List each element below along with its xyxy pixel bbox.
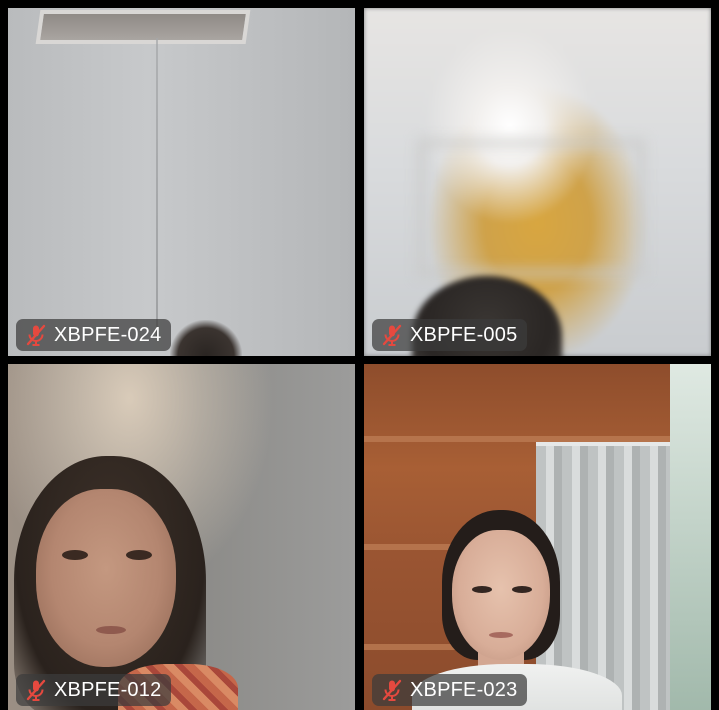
- participant-name-badge: XBPFE-024: [16, 319, 172, 351]
- wall-frame: [416, 138, 646, 278]
- mic-off-icon: [26, 679, 46, 701]
- mouth: [489, 632, 513, 638]
- video-tile-xbpfe-005[interactable]: XBPFE-005: [364, 8, 711, 356]
- participant-name: XBPFE-005: [410, 324, 518, 346]
- participant-head: [170, 320, 242, 356]
- eye: [126, 550, 152, 560]
- ceiling-vent: [35, 10, 251, 44]
- eye: [472, 586, 492, 593]
- participant-name-badge: XBPFE-012: [16, 674, 172, 706]
- participant-name-badge: XBPFE-005: [372, 319, 528, 351]
- mic-off-icon: [382, 324, 402, 346]
- video-feed: [8, 8, 355, 356]
- mouth: [96, 626, 126, 634]
- mic-off-icon: [382, 679, 402, 701]
- participant-face: [452, 530, 550, 660]
- mic-off-icon: [26, 324, 46, 346]
- video-tile-xbpfe-024[interactable]: XBPFE-024: [8, 8, 355, 356]
- participant-name: XBPFE-024: [54, 324, 162, 346]
- participant-face: [36, 489, 176, 667]
- participant-name: XBPFE-023: [410, 679, 518, 701]
- wall-crack: [156, 38, 158, 338]
- video-tile-xbpfe-012[interactable]: XBPFE-012: [8, 364, 355, 710]
- eye: [62, 550, 88, 560]
- window: [670, 364, 711, 710]
- video-tile-xbpfe-023[interactable]: XBPFE-023: [364, 364, 711, 710]
- participant-name-badge: XBPFE-023: [372, 674, 528, 706]
- eye: [512, 586, 532, 593]
- participant-name: XBPFE-012: [54, 679, 162, 701]
